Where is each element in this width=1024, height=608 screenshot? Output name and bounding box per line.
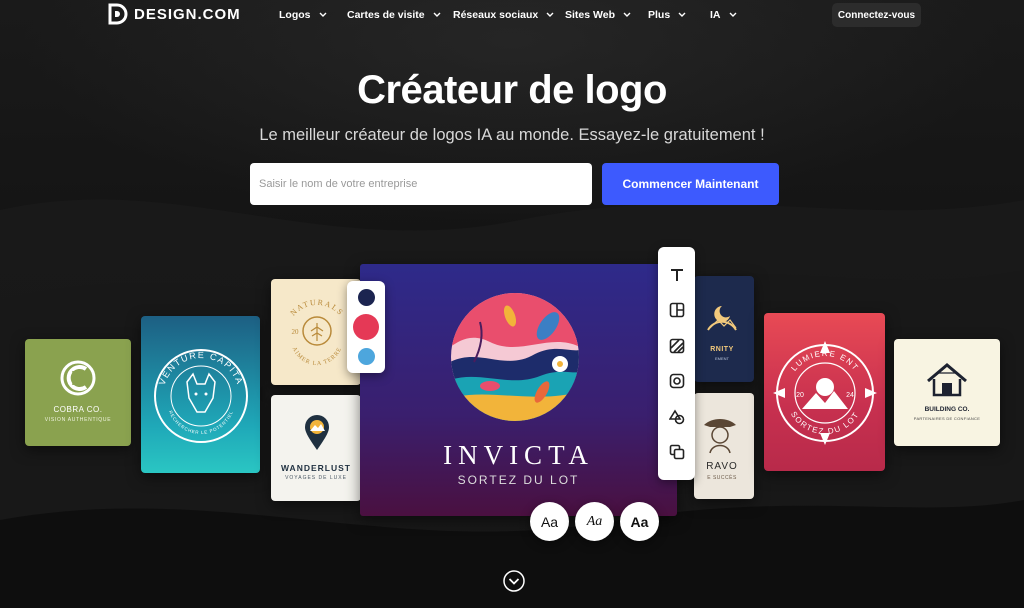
card-title: RNITY [710,346,734,353]
card-arc-title: NATURALS [288,298,344,318]
portrait-emblem-icon [704,419,736,454]
font-option-sans[interactable]: Aa [530,502,569,541]
logo-card-bravo[interactable]: RAVO E SUCCÈS [694,393,754,499]
svg-text:NATURALS: NATURALS [288,298,345,318]
logo-card-cobra[interactable]: COBRA CO. VISION AUTHENTIQUE [25,339,131,446]
company-name-input[interactable] [250,163,592,205]
brand-logo[interactable]: DESIGN.COM [108,3,241,25]
font-option-bold[interactable]: Aa [620,502,659,541]
color-swatch-red[interactable] [353,314,379,340]
nav-item-websites[interactable]: Sites Web [565,9,631,21]
card-title: WANDERLUST [281,463,351,473]
nav-item-label: Cartes de visite [347,9,425,21]
pattern-icon[interactable] [669,338,685,354]
card-tagline: VISION AUTHENTIQUE [44,417,112,423]
card-tagline: SORTEZ DU LOT [457,473,580,487]
card-tagline: EMENT [715,356,729,361]
nav-item-label: Sites Web [565,9,615,21]
card-arc-title: VENTURE CAPITA [157,350,244,386]
font-option-serif-italic[interactable]: Aa [575,502,614,541]
nav-item-ai[interactable]: IA [710,9,737,21]
logo-card-building[interactable]: BUILDING CO. PARTENAIRES DE CONFIANCE [894,339,1000,446]
card-arc-tagline: AIMER LA TERRE [291,346,343,367]
nav-item-business-cards[interactable]: Cartes de visite [347,9,441,21]
editor-toolbar [658,247,695,480]
layers-icon[interactable] [669,444,685,460]
nav-item-label: Plus [648,9,671,21]
map-pin-icon [305,415,329,450]
nav-item-logos[interactable]: Logos [279,9,327,21]
frame-icon[interactable] [669,373,685,389]
card-number: 20 [796,392,804,399]
sun-mountain-emblem-icon: LUMIERE ENT SORTEZ DU LOT 20 24 [773,341,877,445]
card-title: RAVO [706,461,738,472]
design-logo-icon [108,3,128,25]
card-tagline: PARTENAIRES DE CONFIANCE [913,416,981,421]
card-arc-tagline: RECHERCHER LE POTENTIEL [168,410,233,435]
chevron-down-icon [433,12,441,17]
nav-item-social-media[interactable]: Réseaux sociaux [453,9,554,21]
logo-card-invicta-editor[interactable]: INVICTA SORTEZ DU LOT [360,264,677,516]
top-navbar: DESIGN.COM Logos Cartes de visite Réseau… [0,0,1024,30]
moon-emblem-icon [707,306,737,331]
card-tagline: VOYAGES DE LUXE [285,475,347,481]
svg-text:VENTURE CAPITA: VENTURE CAPITA [157,350,245,386]
page-title: Créateur de logo [357,68,667,112]
chevron-down-icon [729,12,736,17]
chevron-down-icon [678,12,686,17]
card-title: BUILDING CO. [924,406,970,413]
brand-name: DESIGN.COM [134,5,241,23]
start-now-button[interactable]: Commencer Maintenant [602,163,779,205]
text-icon[interactable] [669,267,685,283]
shapes-icon[interactable] [668,409,685,425]
card-tagline: E SUCCÈS [707,475,737,481]
nav-item-label: Réseaux sociaux [453,9,539,21]
wolf-emblem-icon: VENTURE CAPITA RECHERCHER LE POTENTIEL [154,349,248,443]
house-emblem-icon [927,363,967,397]
chevron-down-icon [623,12,631,17]
logo-card-eternity[interactable]: RNITY EMENT [694,276,754,382]
logo-card-venture[interactable]: VENTURE CAPITA RECHERCHER LE POTENTIEL [141,316,260,473]
logo-card-lumiere[interactable]: LUMIERE ENT SORTEZ DU LOT 20 24 [764,313,885,471]
chevron-down-icon [319,12,326,17]
svg-text:RECHERCHER LE POTENTIEL: RECHERCHER LE POTENTIEL [168,410,234,435]
layout-icon[interactable] [669,302,685,318]
cobra-emblem-icon [60,360,96,396]
color-swatch-blue[interactable] [357,348,375,365]
color-swatch-navy[interactable] [357,289,375,306]
logo-card-wanderlust[interactable]: WANDERLUST VOYAGES DE LUXE [271,395,361,501]
page-subtitle: Le meilleur créateur de logos IA au mond… [259,126,765,144]
nav-item-label: Logos [279,9,311,21]
svg-text:AIMER LA TERRE: AIMER LA TERRE [291,346,344,367]
nav-item-more[interactable]: Plus [648,9,686,21]
card-number: 20 [292,328,300,336]
chevron-down-icon [546,12,554,17]
abstract-nature-emblem-icon [451,293,579,421]
nav-item-label: IA [710,9,721,21]
card-title: INVICTA [443,440,594,470]
color-palette [347,281,385,373]
card-number: 24 [846,392,854,399]
card-title: COBRA CO. [53,405,103,414]
scroll-down-icon[interactable] [503,570,525,592]
login-button[interactable]: Connectez-vous [832,3,921,27]
